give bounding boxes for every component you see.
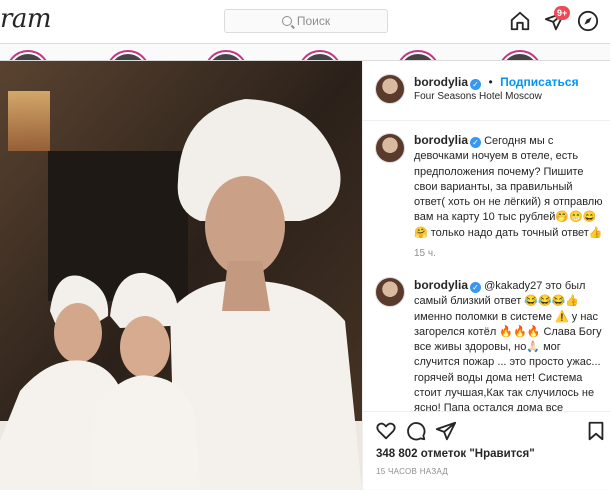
verified-badge-icon: ✓ bbox=[470, 282, 482, 293]
story-avatar[interactable] bbox=[398, 52, 438, 60]
like-heart-icon[interactable] bbox=[375, 420, 397, 442]
explore-icon[interactable] bbox=[577, 10, 599, 32]
follow-button[interactable]: Подписаться bbox=[500, 75, 578, 89]
post-sidebar: borodylia ✓ • Подписаться Four Seasons Ho… bbox=[362, 61, 610, 490]
author-line: borodylia ✓ • Подписаться bbox=[414, 73, 579, 91]
caption-author-avatar[interactable] bbox=[375, 133, 405, 163]
story-avatar[interactable] bbox=[500, 52, 540, 60]
story-avatar[interactable] bbox=[108, 52, 148, 60]
comments-list[interactable]: borodylia ✓ Сегодня мы с девочками ночуем… bbox=[363, 121, 610, 411]
search-icon bbox=[281, 16, 292, 26]
home-icon[interactable] bbox=[509, 10, 531, 32]
likes-count[interactable]: 348 802 отметок "Нравится" bbox=[376, 448, 535, 460]
top-navigation-bar: ram Поиск 9+ bbox=[0, 0, 610, 44]
post-caption: borodylia ✓ Сегодня мы с девочками ночуем… bbox=[414, 133, 604, 241]
caption-time[interactable]: 15 ч. bbox=[414, 248, 436, 259]
post-photo[interactable] bbox=[0, 61, 362, 490]
instagram-logo[interactable]: ram bbox=[0, 4, 52, 34]
post-actions: 348 802 отметок "Нравится" 15 ЧАСОВ НАЗА… bbox=[363, 411, 610, 490]
post-card: borodylia ✓ • Подписаться Four Seasons Ho… bbox=[0, 60, 610, 490]
reply-author-avatar[interactable] bbox=[375, 277, 405, 307]
verified-badge-icon: ✓ bbox=[470, 137, 482, 148]
story-avatar[interactable] bbox=[206, 52, 246, 60]
notification-badge: 9+ bbox=[554, 6, 571, 20]
caption-author-username[interactable]: borodylia bbox=[414, 133, 468, 147]
reply-author-username[interactable]: borodylia bbox=[414, 278, 468, 292]
share-icon[interactable] bbox=[435, 420, 457, 442]
author-reply: borodylia ✓ @kakady27 это был самый близк… bbox=[414, 278, 604, 411]
story-avatar[interactable] bbox=[8, 52, 48, 60]
save-bookmark-icon[interactable] bbox=[585, 420, 607, 442]
author-username[interactable]: borodylia bbox=[414, 75, 468, 89]
caption-text: Сегодня мы с девочками ночуем в отеле, е… bbox=[414, 135, 603, 239]
story-avatar[interactable] bbox=[300, 52, 340, 60]
verified-badge-icon: ✓ bbox=[470, 79, 482, 90]
author-avatar[interactable] bbox=[375, 74, 405, 104]
separator-dot: • bbox=[488, 75, 493, 89]
reply-text: @kakady27 это был самый близкий ответ 😂😂… bbox=[414, 280, 602, 411]
stories-strip bbox=[0, 44, 610, 60]
comment-icon[interactable] bbox=[405, 420, 427, 442]
post-header: borodylia ✓ • Подписаться Four Seasons Ho… bbox=[363, 61, 610, 121]
search-placeholder: Поиск bbox=[296, 14, 331, 28]
post-location[interactable]: Four Seasons Hotel Moscow bbox=[414, 91, 542, 102]
search-input[interactable]: Поиск bbox=[224, 9, 388, 33]
post-time-ago[interactable]: 15 ЧАСОВ НАЗАД bbox=[376, 467, 448, 476]
